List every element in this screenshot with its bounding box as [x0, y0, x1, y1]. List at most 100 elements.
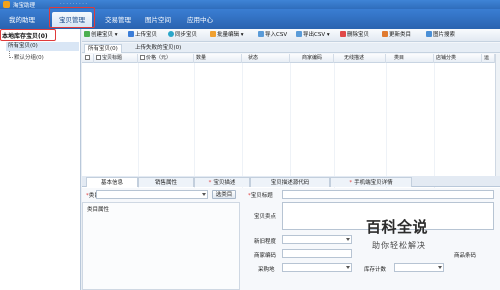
- tab-basic-info[interactable]: 基本信息: [86, 177, 138, 187]
- table-scrollbar[interactable]: [495, 54, 500, 176]
- tab-mobile-detail[interactable]: * 手机端宝贝详情: [330, 177, 412, 187]
- tab-label: 上传失败的宝贝: [135, 45, 174, 51]
- export-csv-label: 导出CSV: [303, 32, 326, 38]
- sidebar-item-label: 默认分组: [14, 55, 37, 61]
- tab-description-source[interactable]: 宝贝描述源代码: [250, 177, 330, 187]
- column-header-label: 无线描述: [344, 55, 365, 61]
- chevron-down-icon: [346, 266, 350, 269]
- import-csv-label: 导入CSV: [265, 32, 288, 38]
- chevron-down-icon: [346, 238, 350, 241]
- image-search-icon: [426, 31, 432, 37]
- plus-icon: [84, 31, 90, 37]
- nav-tab-my-assistant[interactable]: 我的助理: [2, 12, 42, 28]
- update-category-label: 更新类目: [389, 32, 412, 38]
- column-header-wireless-desc[interactable]: 无线描述: [334, 54, 386, 63]
- tab-label: 宝贝描述: [213, 180, 236, 186]
- nav-tab-image-space[interactable]: 图片空间: [138, 12, 178, 28]
- sync-item-button[interactable]: 同步宝贝: [168, 31, 197, 40]
- select-all-checkbox[interactable]: [82, 54, 94, 63]
- title-label-text: 宝贝标题: [250, 193, 273, 199]
- sidebar-item-count: (0): [36, 55, 44, 61]
- purchase-location-label: 采购地: [258, 267, 275, 273]
- required-mark: *: [208, 180, 212, 186]
- detail-tabs: 基本信息 销售属性 * 宝贝描述 宝贝描述源代码 * 手机端宝贝详情: [82, 176, 500, 187]
- condition-label: 新旧程度: [254, 239, 277, 245]
- condition-select[interactable]: [282, 235, 352, 244]
- nav-tab-app-center[interactable]: 应用中心: [180, 12, 220, 28]
- tab-sales-attributes[interactable]: 销售属性: [138, 177, 194, 187]
- column-header-label: 运: [484, 55, 490, 61]
- sidebar-item-label: 所有宝贝: [8, 43, 31, 49]
- image-search-label: 图片搜索: [433, 32, 456, 38]
- nav-tab-trade-management[interactable]: 交易管理: [98, 12, 138, 28]
- batch-edit-button[interactable]: 批量编辑 ▾: [210, 31, 244, 40]
- upload-item-button[interactable]: 上传宝贝: [128, 31, 157, 40]
- tab-label: 所有宝贝: [88, 46, 111, 52]
- tab-count: (0): [110, 46, 118, 52]
- column-header-label: 类目: [394, 55, 405, 61]
- column-header-shop-category[interactable]: 店铺分类: [434, 54, 482, 63]
- purchase-location-select[interactable]: [282, 263, 352, 272]
- select-category-button[interactable]: 选类目: [212, 190, 236, 199]
- category-select[interactable]: [96, 190, 208, 199]
- merchant-code-label: 商家编码: [254, 253, 277, 259]
- tab-label: 手机端宝贝详情: [354, 180, 393, 186]
- item-attributes-label: 类目属性: [87, 207, 110, 213]
- sidebar-item-default-group[interactable]: 默认分组(0): [14, 53, 44, 61]
- delete-item-label: 删除宝贝: [347, 32, 370, 38]
- checkbox-icon: [85, 55, 90, 60]
- table-header: 宝贝标题 价格（元） 数量 状态 商家编码 无线描述 类目 店铺分类 运: [82, 54, 500, 63]
- sidebar-highlight-box: [0, 29, 56, 41]
- tab-count: (0): [173, 45, 182, 51]
- column-header-merchant-code[interactable]: 商家编码: [290, 54, 334, 63]
- create-item-label: 创建宝贝: [91, 32, 114, 38]
- tab-upload-failed[interactable]: 上传失败的宝贝(0): [132, 44, 184, 53]
- delete-item-button[interactable]: 删除宝贝: [340, 31, 369, 40]
- checkbox-icon: [96, 55, 101, 60]
- column-header-label: 店铺分类: [436, 55, 457, 61]
- sidebar-item-all-items[interactable]: 所有宝贝(0): [6, 42, 79, 51]
- tab-all-items[interactable]: 所有宝贝(0): [84, 44, 122, 53]
- column-header-category[interactable]: 类目: [386, 54, 434, 63]
- sync-icon: [168, 31, 174, 37]
- checkbox-icon: [140, 55, 145, 60]
- toolbar: 创建宝贝 ▾ 上传宝贝 同步宝贝 批量编辑 ▾ 导入CSV 导出CSV ▾ 删除…: [82, 29, 500, 42]
- column-header-label: 宝贝标题: [102, 55, 123, 61]
- column-header-shipping[interactable]: 运: [482, 54, 495, 63]
- watermark: 百科全说 助你轻松解决: [366, 216, 481, 264]
- update-category-button[interactable]: 更新类目: [382, 31, 411, 40]
- nav-highlight-box: [49, 7, 95, 28]
- watermark-title: 百科全说: [366, 218, 429, 236]
- item-title-input[interactable]: [282, 190, 494, 199]
- merchant-code-input[interactable]: [282, 249, 352, 258]
- item-attributes-panel: 类目属性: [82, 202, 240, 290]
- stock-count-label: 库存计数: [364, 267, 387, 273]
- create-item-button[interactable]: 创建宝贝 ▾: [84, 31, 118, 40]
- tab-item-description[interactable]: * 宝贝描述: [194, 177, 250, 187]
- sync-item-label: 同步宝贝: [175, 32, 198, 38]
- column-header-label: 价格（元）: [146, 55, 172, 61]
- column-header-label: 数量: [196, 55, 207, 61]
- required-mark: *: [349, 180, 353, 186]
- delete-icon: [340, 31, 346, 37]
- chevron-down-icon: [202, 193, 206, 196]
- export-csv-button[interactable]: 导出CSV ▾: [296, 31, 330, 40]
- batch-edit-label: 批量编辑: [217, 32, 240, 38]
- upload-item-label: 上传宝贝: [135, 32, 158, 38]
- column-header-price[interactable]: 价格（元）: [138, 54, 194, 63]
- import-csv-button[interactable]: 导入CSV: [258, 31, 287, 40]
- sidebar: 本地库存宝贝(0) 所有宝贝(0) 默认分组(0): [0, 29, 81, 290]
- sidebar-item-count: (0): [30, 43, 38, 49]
- column-header-quantity[interactable]: 数量: [194, 54, 242, 63]
- image-search-button[interactable]: 图片搜索: [426, 31, 455, 40]
- refresh-icon: [382, 31, 388, 37]
- export-icon: [296, 31, 302, 37]
- upload-icon: [128, 31, 134, 37]
- watermark-subtitle: 助你轻松解决: [372, 241, 426, 250]
- column-header-status[interactable]: 状态: [242, 54, 290, 63]
- tree-connector: [9, 51, 13, 58]
- column-header-title[interactable]: 宝贝标题: [94, 54, 138, 63]
- app-logo-icon: [3, 1, 10, 8]
- stock-count-select[interactable]: [394, 263, 444, 272]
- selling-points-label: 宝贝卖点: [254, 214, 277, 220]
